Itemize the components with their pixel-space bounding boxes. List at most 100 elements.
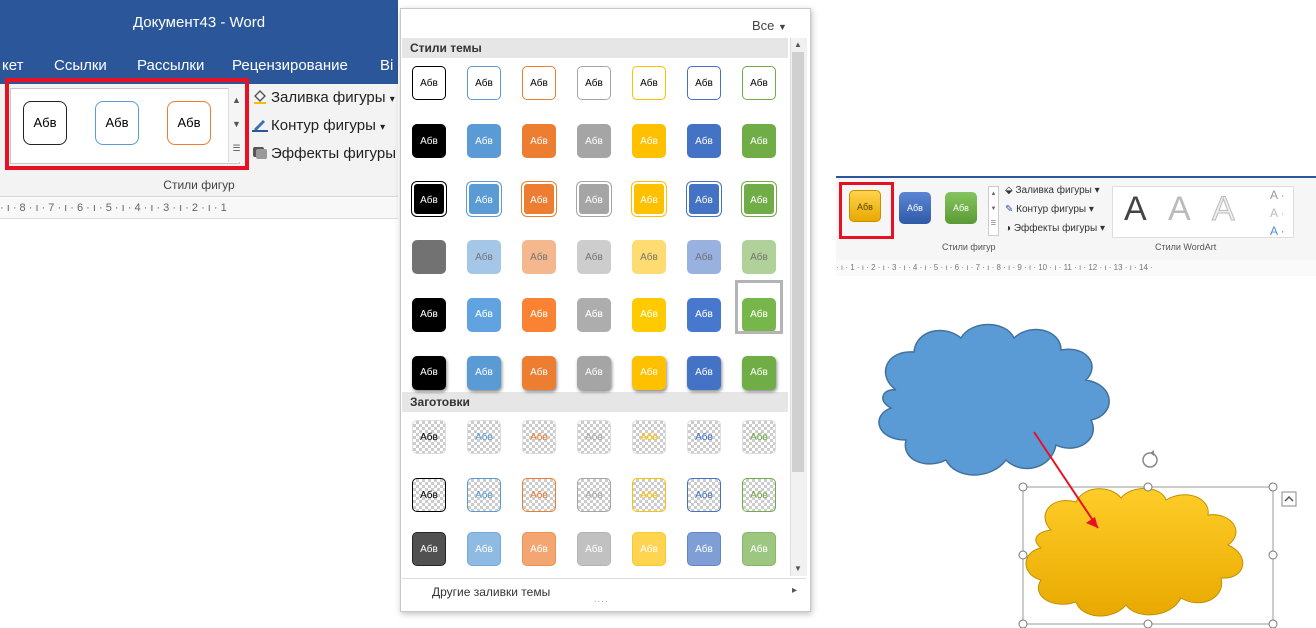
section-presets: Заготовки	[402, 392, 788, 412]
style-tile-intense[interactable]: Абв	[412, 356, 446, 390]
preset-tile-filled[interactable]: Абв	[742, 532, 776, 566]
preset-tile-filled[interactable]: Абв	[632, 532, 666, 566]
style-tile-solid[interactable]: Абв	[412, 124, 446, 158]
style-tile-outline[interactable]: Абв	[412, 66, 446, 100]
rotate-handle-icon[interactable]	[1142, 450, 1158, 468]
style-tile-intense[interactable]: Абв	[632, 356, 666, 390]
wordart-style[interactable]: A	[1124, 190, 1147, 229]
preset-tile-outline[interactable]: Абв	[412, 478, 446, 512]
style-tile-intense[interactable]: Абв	[467, 356, 501, 390]
style-tile-blue[interactable]: Абв	[899, 192, 931, 224]
style-tile-outline[interactable]: Абв	[522, 66, 556, 100]
shape-fill-button[interactable]: Заливка фигуры ▾	[252, 88, 395, 106]
layout-options-icon[interactable]	[1281, 491, 1297, 507]
resize-grip-icon[interactable]: ····	[594, 597, 609, 606]
style-tile-solid[interactable]: Абв	[522, 124, 556, 158]
style-tile-gradient[interactable]: Абв	[467, 298, 501, 332]
style-tile-light[interactable]: Абв	[632, 240, 666, 274]
preset-tile-transparent[interactable]: Абв	[577, 420, 611, 454]
preset-tile-outline[interactable]: Абв	[467, 478, 501, 512]
shape-fill-button[interactable]: ⬙ Заливка фигуры ▾	[1005, 185, 1100, 196]
preset-tile-outline[interactable]: Абв	[522, 478, 556, 512]
preset-tile-filled[interactable]: Абв	[412, 532, 446, 566]
style-tile-gradient[interactable]: Абв	[632, 298, 666, 332]
style-tile-solid[interactable]: Абв	[632, 124, 666, 158]
style-tile-solid[interactable]: Абв	[742, 124, 776, 158]
style-tile-outline[interactable]: Абв	[577, 66, 611, 100]
style-tile-solid-border[interactable]: Абв	[742, 182, 776, 216]
style-tile-light[interactable]: Абв	[412, 240, 446, 274]
preset-tile-transparent[interactable]: Абв	[522, 420, 556, 454]
preset-tile-transparent[interactable]: Абв	[632, 420, 666, 454]
style-tile-green[interactable]: Абв	[945, 192, 977, 224]
filter-all-dropdown[interactable]: Все ▼	[752, 18, 787, 33]
scroll-down-icon[interactable]: ▼	[794, 564, 802, 573]
tab-references[interactable]: Ссылки	[54, 57, 107, 74]
shape-effects-button[interactable]: Эффекты фигуры	[252, 144, 396, 162]
preset-tile-outline[interactable]: Абв	[742, 478, 776, 512]
preset-tile-outline[interactable]: Абв	[687, 478, 721, 512]
preset-tile-transparent[interactable]: Абв	[412, 420, 446, 454]
preset-tile-filled[interactable]: Абв	[522, 532, 556, 566]
shape-outline-button[interactable]: ✎ Контур фигуры ▾	[1005, 204, 1094, 215]
style-tile-light[interactable]: Абв	[577, 240, 611, 274]
style-tile-gradient[interactable]: Абв	[577, 298, 611, 332]
style-tile-solid-border[interactable]: Абв	[577, 182, 611, 216]
gallery-scroll[interactable]: ▲ ▼ ☰	[988, 186, 999, 236]
text-outline-button[interactable]: A ·	[1270, 204, 1285, 222]
preset-tile-filled[interactable]: Абв	[687, 532, 721, 566]
scroll-up-icon[interactable]: ▲	[794, 40, 802, 49]
shape-outline-button[interactable]: Контур фигуры ▾	[252, 116, 385, 134]
preset-tile-transparent[interactable]: Абв	[687, 420, 721, 454]
text-fill-button[interactable]: A ·	[1270, 186, 1285, 204]
style-tile-intense[interactable]: Абв	[522, 356, 556, 390]
style-tile-light[interactable]: Абв	[467, 240, 501, 274]
tab-mailings[interactable]: Рассылки	[137, 57, 204, 74]
preset-tile-outline[interactable]: Абв	[577, 478, 611, 512]
tab-layout[interactable]: кет	[2, 57, 23, 74]
blue-cloud-shape[interactable]	[878, 323, 1110, 476]
style-tile-outline[interactable]: Абв	[687, 66, 721, 100]
style-tile-outline[interactable]: Абв	[467, 66, 501, 100]
style-tile-solid-border[interactable]: Абв	[467, 182, 501, 216]
style-tile-light[interactable]: Абв	[687, 240, 721, 274]
highlight-frame	[839, 182, 894, 239]
tab-view[interactable]: Ві	[380, 57, 393, 74]
preset-tile-transparent[interactable]: Абв	[742, 420, 776, 454]
shape-effects-button[interactable]: ◑ Эффекты фигуры ▾	[1005, 223, 1105, 234]
scroll-thumb[interactable]	[792, 52, 804, 472]
selected-style-frame	[735, 280, 783, 334]
style-tile-solid[interactable]: Абв	[577, 124, 611, 158]
style-tile-intense[interactable]: Абв	[742, 356, 776, 390]
style-tile-gradient[interactable]: Абв	[522, 298, 556, 332]
style-tile-solid-border[interactable]: Абв	[687, 182, 721, 216]
style-tile-light[interactable]: Абв	[742, 240, 776, 274]
wordart-style[interactable]: A	[1168, 190, 1191, 229]
style-tile-gradient[interactable]: Абв	[412, 298, 446, 332]
preset-tile-filled[interactable]: Абв	[577, 532, 611, 566]
section-theme-styles: Стили темы	[402, 38, 788, 58]
document-canvas	[878, 323, 1297, 628]
window-title: Документ43 - Word	[132, 14, 266, 31]
style-tile-solid-border[interactable]: Абв	[412, 182, 446, 216]
more-theme-fills-item[interactable]: Другие заливки темы	[432, 585, 550, 599]
style-tile-outline[interactable]: Абв	[742, 66, 776, 100]
style-tile-light[interactable]: Абв	[522, 240, 556, 274]
style-tile-gradient[interactable]: Абв	[687, 298, 721, 332]
style-tile-solid[interactable]: Абв	[467, 124, 501, 158]
style-tile-intense[interactable]: Абв	[577, 356, 611, 390]
ruler: · ı · 8 · ı · 7 · ı · 6 · ı · 5 · ı · 4 …	[0, 198, 398, 219]
tab-review[interactable]: Рецензирование	[232, 57, 348, 74]
style-tile-outline[interactable]: Абв	[632, 66, 666, 100]
style-tile-solid[interactable]: Абв	[687, 124, 721, 158]
yellow-cloud-shape[interactable]	[1025, 488, 1244, 617]
style-tile-solid-border[interactable]: Абв	[522, 182, 556, 216]
preset-tile-outline[interactable]: Абв	[632, 478, 666, 512]
text-effects-button[interactable]: A ·	[1270, 222, 1285, 240]
style-tile-solid-border[interactable]: Абв	[632, 182, 666, 216]
style-tile-intense[interactable]: Абв	[687, 356, 721, 390]
wordart-style[interactable]: A	[1212, 190, 1236, 229]
effects-icon: ◑	[1005, 223, 1012, 234]
preset-tile-transparent[interactable]: Абв	[467, 420, 501, 454]
preset-tile-filled[interactable]: Абв	[467, 532, 501, 566]
